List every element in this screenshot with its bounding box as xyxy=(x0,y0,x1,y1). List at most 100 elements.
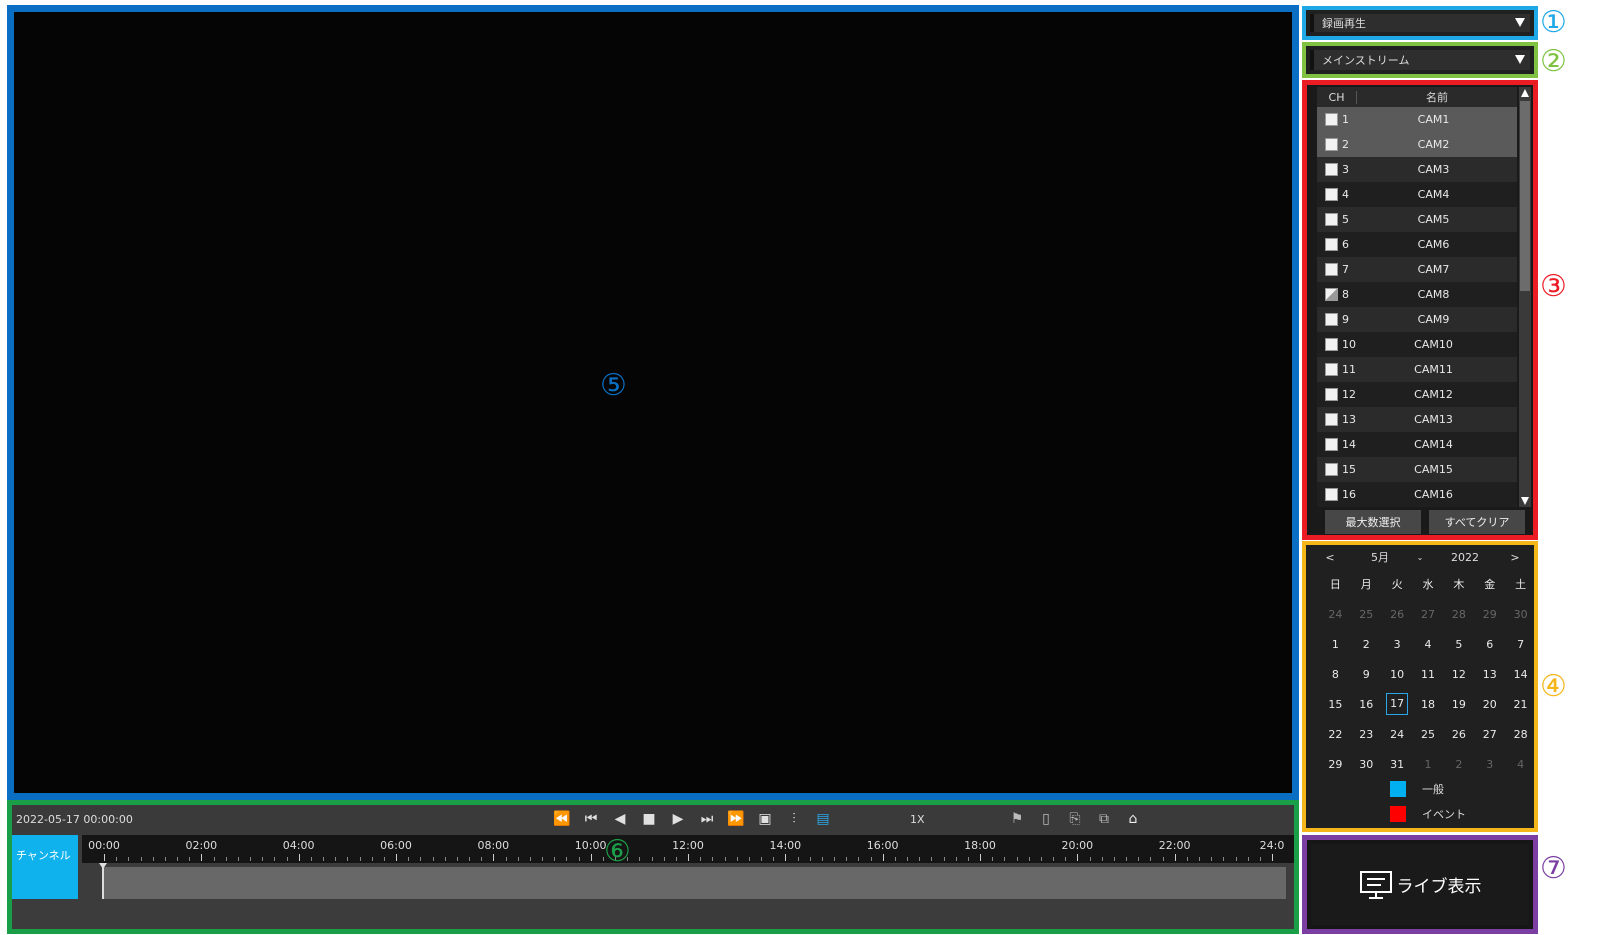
snapshot-icon[interactable]: ▣ xyxy=(755,810,775,828)
channel-checkbox[interactable] xyxy=(1325,413,1338,426)
channel-scrollbar[interactable] xyxy=(1519,87,1531,507)
calendar-day[interactable]: 2 xyxy=(1351,638,1382,651)
channel-row[interactable]: 2 CAM2 xyxy=(1317,132,1517,157)
calendar-day[interactable]: 23 xyxy=(1351,728,1382,741)
calendar-day[interactable]: 10 xyxy=(1382,668,1413,681)
channel-row[interactable]: 15 CAM15 xyxy=(1317,457,1517,482)
audio-icon[interactable]: ⫶ xyxy=(784,810,804,828)
channel-checkbox[interactable] xyxy=(1325,213,1338,226)
clear-all-button[interactable]: すべてクリア xyxy=(1429,510,1525,534)
channel-row[interactable]: 8 CAM8 xyxy=(1317,282,1517,307)
channel-checkbox[interactable] xyxy=(1325,488,1338,501)
calendar-day[interactable]: 1 xyxy=(1413,758,1444,771)
channel-checkbox[interactable] xyxy=(1325,388,1338,401)
select-max-button[interactable]: 最大数選択 xyxy=(1325,510,1421,534)
calendar-day[interactable]: 25 xyxy=(1413,728,1444,741)
scroll-down-icon[interactable] xyxy=(1521,497,1529,505)
month-dropdown-icon[interactable]: ⌄ xyxy=(1410,553,1430,562)
calendar-day[interactable]: 25 xyxy=(1351,608,1382,621)
channel-row[interactable]: 9 CAM9 xyxy=(1317,307,1517,332)
channel-row[interactable]: 14 CAM14 xyxy=(1317,432,1517,457)
calendar-day[interactable]: 13 xyxy=(1474,668,1505,681)
calendar-day[interactable]: 28 xyxy=(1505,728,1536,741)
calendar-day[interactable]: 22 xyxy=(1320,728,1351,741)
calendar-day[interactable]: 30 xyxy=(1505,608,1536,621)
fast-rewind-icon[interactable]: ⏪ xyxy=(552,810,572,828)
calendar-day[interactable]: 28 xyxy=(1443,608,1474,621)
scroll-thumb[interactable] xyxy=(1520,101,1530,291)
calendar-day[interactable]: 21 xyxy=(1505,698,1536,711)
calendar-day[interactable]: 29 xyxy=(1474,608,1505,621)
channel-row[interactable]: 6 CAM6 xyxy=(1317,232,1517,257)
layout-icon[interactable]: ▤ xyxy=(813,810,833,828)
play-icon[interactable]: ▶ xyxy=(668,810,688,828)
calendar-day[interactable]: 14 xyxy=(1505,668,1536,681)
calendar-day[interactable]: 1 xyxy=(1320,638,1351,651)
calendar-day[interactable]: 31 xyxy=(1382,758,1413,771)
calendar-day[interactable]: 9 xyxy=(1351,668,1382,681)
calendar-day[interactable]: 3 xyxy=(1474,758,1505,771)
channel-row[interactable]: 12 CAM12 xyxy=(1317,382,1517,407)
tag-icon[interactable]: ⚑ xyxy=(1007,810,1027,828)
calendar-day[interactable]: 27 xyxy=(1474,728,1505,741)
calendar-day[interactable]: 26 xyxy=(1382,608,1413,621)
calendar-day[interactable]: 17 xyxy=(1386,693,1409,715)
calendar-day[interactable]: 26 xyxy=(1443,728,1474,741)
calendar-day[interactable]: 29 xyxy=(1320,758,1351,771)
calendar-day[interactable]: 18 xyxy=(1413,698,1444,711)
channel-checkbox[interactable] xyxy=(1325,263,1338,276)
calendar-day[interactable]: 4 xyxy=(1505,758,1536,771)
channel-row[interactable]: 11 CAM11 xyxy=(1317,357,1517,382)
calendar-day[interactable]: 24 xyxy=(1382,728,1413,741)
calendar-day[interactable]: 7 xyxy=(1505,638,1536,651)
stream-select[interactable]: メインストリーム xyxy=(1310,50,1530,70)
playback-speed[interactable]: 1X xyxy=(910,813,925,826)
calendar-day[interactable]: 16 xyxy=(1351,698,1382,711)
channel-checkbox[interactable] xyxy=(1325,288,1338,301)
copy-icon[interactable]: ⧉ xyxy=(1094,810,1114,828)
calendar-day[interactable]: 15 xyxy=(1320,698,1351,711)
channel-checkbox[interactable] xyxy=(1325,363,1338,376)
channel-checkbox[interactable] xyxy=(1325,138,1338,151)
next-month-button[interactable]: > xyxy=(1500,551,1530,564)
video-playback-area[interactable] xyxy=(7,5,1299,800)
prev-month-button[interactable]: < xyxy=(1310,551,1350,564)
fast-forward-icon[interactable]: ⏩ xyxy=(726,810,746,828)
timeline-track[interactable] xyxy=(104,867,1286,899)
channel-checkbox[interactable] xyxy=(1325,163,1338,176)
channel-row[interactable]: 1 CAM1 xyxy=(1317,107,1517,132)
channel-checkbox[interactable] xyxy=(1325,188,1338,201)
year-select[interactable]: 2022 xyxy=(1430,551,1500,564)
calendar-day[interactable]: 19 xyxy=(1443,698,1474,711)
calendar-day[interactable]: 20 xyxy=(1474,698,1505,711)
lock-icon[interactable]: ⌂ xyxy=(1123,810,1143,828)
channel-checkbox[interactable] xyxy=(1325,338,1338,351)
timeline-ruler[interactable]: 00:00 02:00 04:00 06:00 08:00 10:00 12:00 14:00… xyxy=(82,835,1294,863)
calendar-day[interactable]: 2 xyxy=(1443,758,1474,771)
calendar-day[interactable]: 11 xyxy=(1413,668,1444,681)
calendar-day[interactable]: 27 xyxy=(1413,608,1444,621)
channel-row[interactable]: 5 CAM5 xyxy=(1317,207,1517,232)
step-back-icon[interactable]: ⏮ xyxy=(581,810,601,828)
backup-icon[interactable]: ⎘ xyxy=(1065,810,1085,828)
channel-row[interactable]: 3 CAM3 xyxy=(1317,157,1517,182)
channel-checkbox[interactable] xyxy=(1325,113,1338,126)
timeline-cursor[interactable] xyxy=(99,863,107,899)
channel-row[interactable]: 10 CAM10 xyxy=(1317,332,1517,357)
channel-checkbox[interactable] xyxy=(1325,463,1338,476)
calendar-day[interactable]: 12 xyxy=(1443,668,1474,681)
live-view-button[interactable]: ライブ表示 xyxy=(1311,844,1529,925)
calendar-day[interactable]: 8 xyxy=(1320,668,1351,681)
calendar-day[interactable]: 3 xyxy=(1382,638,1413,651)
channel-checkbox[interactable] xyxy=(1325,438,1338,451)
mode-select[interactable]: 録画再生 xyxy=(1310,14,1530,32)
step-forward-icon[interactable]: ⏭ xyxy=(697,810,717,828)
stop-icon[interactable]: ■ xyxy=(639,810,659,828)
channel-row[interactable]: 13 CAM13 xyxy=(1317,407,1517,432)
channel-checkbox[interactable] xyxy=(1325,313,1338,326)
channel-row[interactable]: 4 CAM4 xyxy=(1317,182,1517,207)
reverse-play-icon[interactable]: ◀ xyxy=(610,810,630,828)
calendar-day[interactable]: 24 xyxy=(1320,608,1351,621)
clip-icon[interactable]: ▯ xyxy=(1036,810,1056,828)
channel-row[interactable]: 16 CAM16 xyxy=(1317,482,1517,507)
